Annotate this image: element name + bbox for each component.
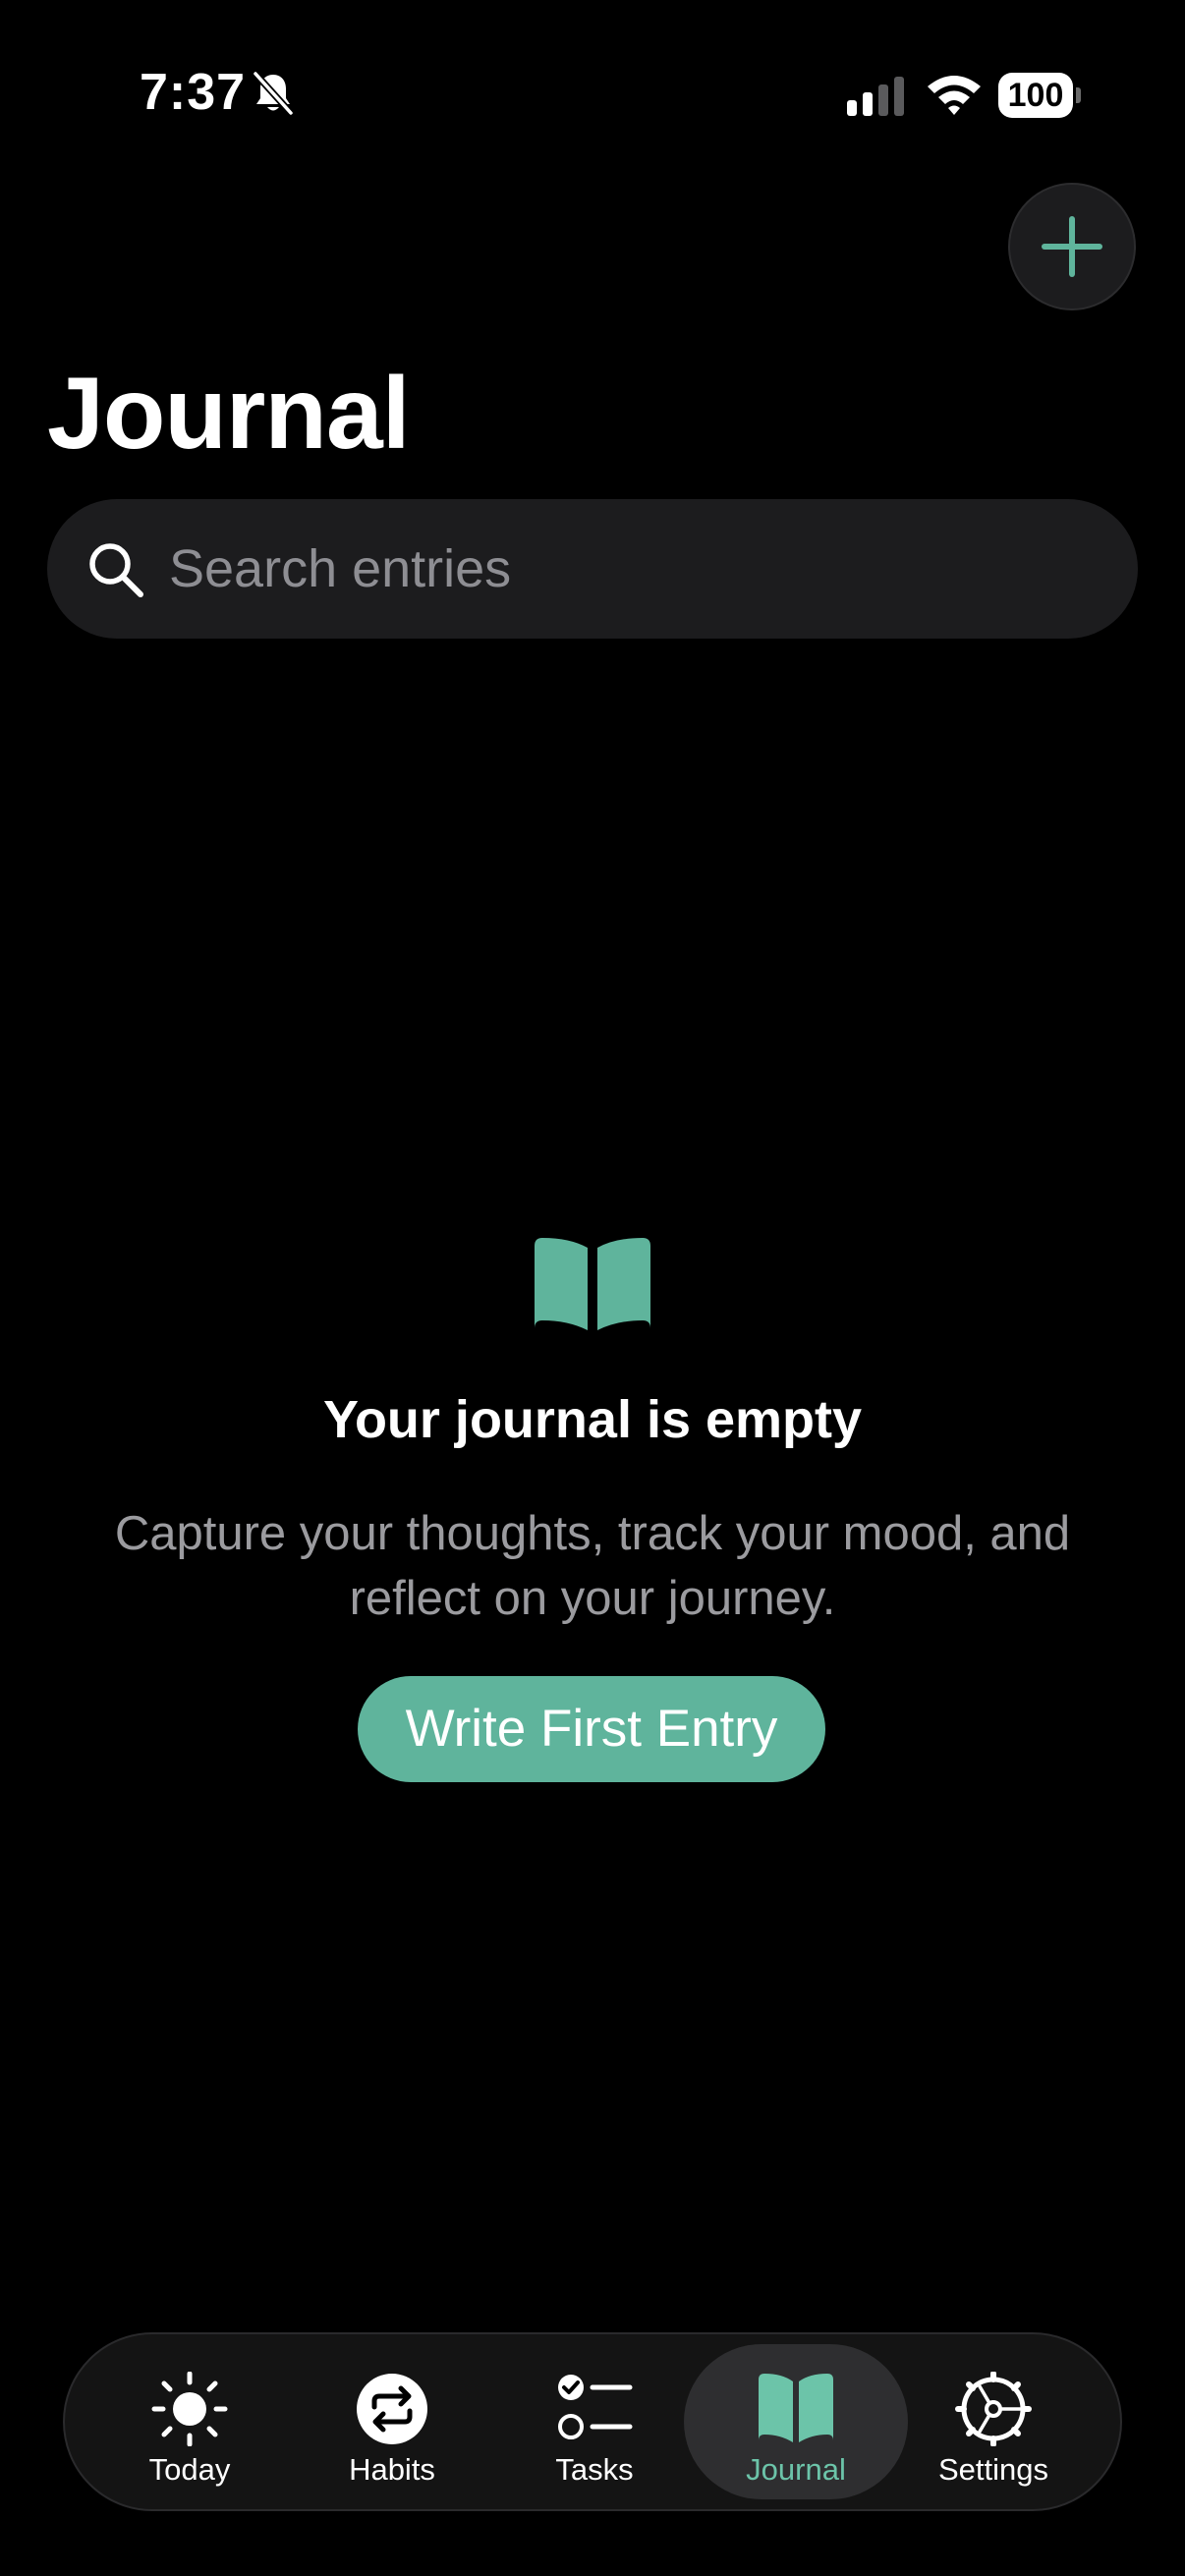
plus-icon xyxy=(1042,216,1102,277)
status-bar: 7:37 100 xyxy=(0,0,1185,187)
gear-icon xyxy=(955,2372,1032,2446)
search-icon xyxy=(89,543,143,597)
tab-bar: Today Habits Tasks Journal Settings xyxy=(63,2332,1122,2511)
signal-icon xyxy=(847,77,904,116)
battery-level: 100 xyxy=(998,73,1073,118)
write-first-entry-button[interactable]: Write First Entry xyxy=(358,1676,825,1782)
checklist-icon xyxy=(558,2375,633,2439)
tab-label: Journal xyxy=(746,2452,846,2487)
repeat-icon xyxy=(357,2374,427,2444)
add-entry-button[interactable] xyxy=(1008,183,1136,310)
sun-icon xyxy=(151,2372,228,2446)
battery-indicator: 100 xyxy=(998,73,1081,118)
empty-state-title: Your journal is empty xyxy=(322,1390,863,1449)
bell-slash-icon xyxy=(253,71,294,116)
empty-state-subtitle: Capture your thoughts, track your mood, … xyxy=(114,1507,1071,1625)
tab-habits[interactable]: Habits xyxy=(289,2344,495,2499)
tab-label: Habits xyxy=(349,2452,435,2487)
battery-cap xyxy=(1076,87,1081,103)
tab-label: Tasks xyxy=(555,2452,634,2487)
tab-label: Settings xyxy=(937,2452,1048,2487)
book-icon xyxy=(759,2374,833,2442)
tab-label: Today xyxy=(148,2452,231,2487)
tab-journal[interactable]: Journal xyxy=(684,2344,908,2499)
page-title: Journal xyxy=(47,357,411,471)
tab-tasks[interactable]: Tasks xyxy=(491,2344,698,2499)
status-time: 7:37 xyxy=(140,64,247,121)
tab-today[interactable]: Today xyxy=(86,2344,293,2499)
tab-settings[interactable]: Settings xyxy=(890,2344,1097,2499)
wifi-icon xyxy=(928,76,981,115)
search-bar[interactable] xyxy=(47,499,1138,639)
book-icon xyxy=(535,1238,650,1330)
search-input[interactable] xyxy=(169,499,1093,639)
